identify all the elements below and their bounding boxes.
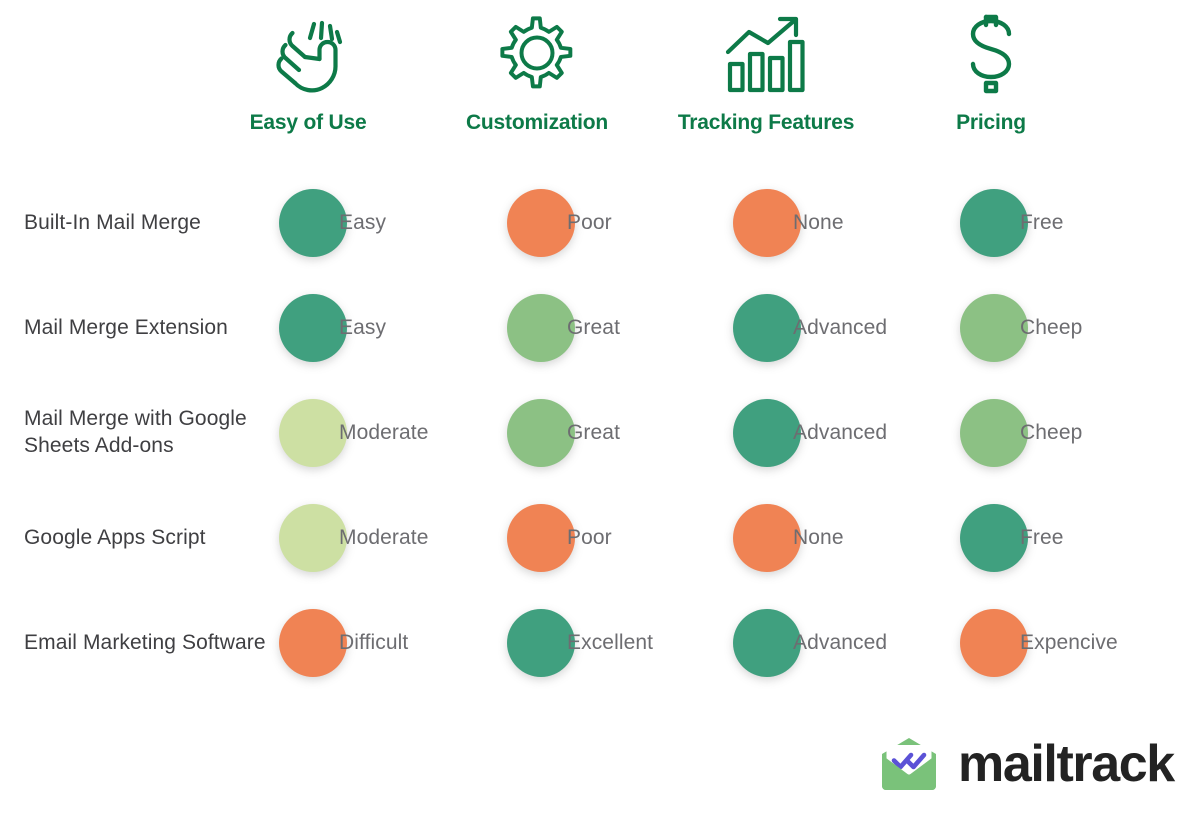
cell-value: Advanced [793,420,888,444]
row-label: Mail Merge with Google Sheets Add-ons [24,406,247,458]
cell-easy-of-use: Easy [279,187,386,259]
cell-value: Moderate [339,420,429,444]
envelope-double-check-icon [878,733,940,795]
rating-dot [279,503,347,572]
cell-value: Free [1020,210,1064,234]
cell-value: Poor [567,210,612,234]
rating-dot [733,503,801,572]
cell-value: Cheep [1020,420,1083,444]
rating-dot [960,503,1028,572]
cell-customization: Poor [507,502,612,574]
cell-tracking-features: Advanced [733,292,887,364]
cell-easy-of-use: Difficult [279,607,408,679]
cell-customization: Excellent [507,607,653,679]
cell-value: Great [567,315,621,339]
row-label: Email Marketing Software [24,630,266,654]
cell-customization: Great [507,292,620,364]
cell-value: None [793,210,844,234]
cell-customization: Poor [507,187,612,259]
cell-value: Great [567,420,621,444]
cell-tracking-features: None [733,187,844,259]
cell-easy-of-use: Easy [279,292,386,364]
bar-chart-growth-icon [723,6,809,102]
cell-easy-of-use: Moderate [279,502,429,574]
cell-customization: Great [507,397,620,469]
cell-value: Difficult [339,630,409,654]
column-header-easy-of-use: Easy of Use [193,0,423,170]
cell-value: Excellent [567,630,654,654]
row-label: Google Apps Script [24,525,206,549]
column-header-label: Tracking Features [677,111,855,134]
rating-dot [733,398,801,467]
cell-pricing: Free [960,187,1064,259]
hand-ok-icon [270,6,346,102]
cell-tracking-features: Advanced [733,607,887,679]
cell-value: Advanced [793,630,888,654]
cell-value: Expencive [1020,630,1118,654]
column-header-label: Easy of Use [249,111,367,134]
gear-icon [498,6,576,102]
cell-tracking-features: Advanced [733,397,887,469]
rating-dot [733,188,801,257]
comparison-rows: Built-In Mail Merge Easy Poor None Free … [0,170,1200,695]
cell-value: Easy [339,315,387,339]
rating-dot [279,608,347,677]
cell-tracking-features: None [733,502,844,574]
cell-pricing: Free [960,502,1064,574]
cell-pricing: Cheep [960,292,1082,364]
cell-pricing: Cheep [960,397,1082,469]
rating-dot [507,188,575,257]
rating-dot [733,608,801,677]
rating-dot [960,188,1028,257]
column-header-label: Customization [465,111,609,134]
cell-value: Poor [567,525,612,549]
cell-value: Easy [339,210,387,234]
rating-dot [507,398,575,467]
column-header-tracking-features: Tracking Features [651,0,881,170]
rating-dot [507,293,575,362]
column-header-customization: Customization [422,0,652,170]
rating-dot [960,608,1028,677]
dollar-sign-icon [960,6,1022,102]
rating-dot [507,503,575,572]
mailtrack-logo[interactable]: mailtrack [878,733,1175,795]
cell-easy-of-use: Moderate [279,397,429,469]
cell-value: None [793,525,844,549]
cell-pricing: Expencive [960,607,1118,679]
row-label: Mail Merge Extension [24,315,228,339]
rating-dot [279,188,347,257]
column-header-row: Easy of Use Customization Tracking Featu… [0,0,1200,170]
mailtrack-wordmark: mailtrack [958,735,1175,793]
table-row: Mail Merge with Google Sheets Add-ons Mo… [0,380,1200,485]
rating-dot [960,398,1028,467]
rating-dot [733,293,801,362]
cell-value: Cheep [1020,315,1083,339]
table-row: Built-In Mail Merge Easy Poor None Free [0,170,1200,275]
cell-value: Moderate [339,525,429,549]
cell-value: Advanced [793,315,888,339]
comparison-infographic: Easy of Use Customization Tracking Featu… [0,0,1200,815]
column-header-label: Pricing [956,111,1026,134]
column-header-pricing: Pricing [876,0,1106,170]
rating-dot [960,293,1028,362]
table-row: Mail Merge Extension Easy Great Advanced… [0,275,1200,380]
rating-dot [279,398,347,467]
row-label: Built-In Mail Merge [24,210,201,234]
cell-value: Free [1020,525,1064,549]
table-row: Google Apps Script Moderate Poor None Fr… [0,485,1200,590]
rating-dot [279,293,347,362]
table-row: Email Marketing Software Difficult Excel… [0,590,1200,695]
rating-dot [507,608,575,677]
